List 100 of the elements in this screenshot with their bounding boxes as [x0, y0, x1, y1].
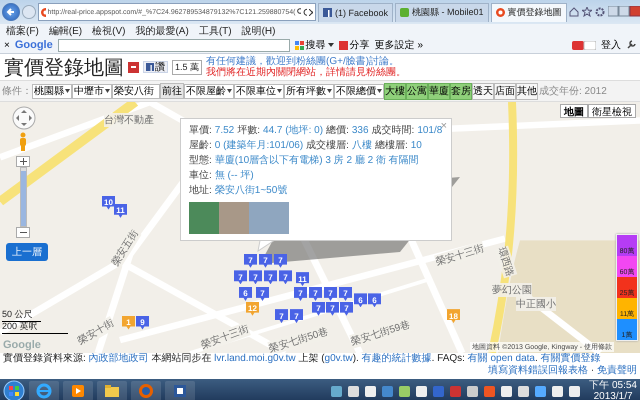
price-marker[interactable]: 7 — [340, 302, 353, 316]
word-taskbar-icon[interactable] — [165, 381, 195, 400]
menu-item[interactable]: 工具(T) — [198, 24, 232, 38]
browser-tab[interactable]: (1) Facebook — [318, 2, 394, 22]
type-toggle[interactable]: 其他 — [516, 82, 538, 100]
refresh-icon[interactable] — [303, 8, 308, 16]
price-marker[interactable]: 7 — [256, 286, 269, 301]
price-marker[interactable]: 7 — [339, 286, 352, 301]
street-label: 榮安十三街 — [199, 322, 251, 352]
footer-link[interactable]: g0v.tw — [324, 353, 353, 364]
zoom-in-button[interactable] — [16, 156, 30, 167]
footer-link[interactable]: 填寫資料錯誤回報表格 — [488, 365, 588, 376]
share-button[interactable]: 分享 — [338, 38, 370, 52]
like-button[interactable]: 讚 — [143, 61, 168, 73]
price-marker[interactable]: 11 — [114, 204, 127, 218]
toggle-switch-icon[interactable] — [572, 40, 596, 50]
street-label: 榮安七街59巷 — [349, 317, 412, 348]
zoom-out-button[interactable] — [16, 227, 30, 238]
zoom-slider[interactable] — [20, 167, 26, 227]
price-marker[interactable]: 7 — [279, 270, 292, 284]
price-marker[interactable]: 9 — [136, 316, 149, 330]
type-toggle[interactable]: 套房 — [450, 82, 472, 100]
toolbar-close-button[interactable]: × — [4, 40, 10, 50]
field-label: 型態: — [189, 155, 212, 167]
footer-link[interactable]: 有關實價登錄 — [540, 353, 601, 364]
field-value: 八樓 — [352, 140, 372, 152]
price-marker[interactable]: 7 — [274, 254, 287, 268]
settings-icon[interactable] — [594, 7, 605, 17]
field-value: 44.7 (地坪: 0) — [263, 125, 324, 137]
scale-label: 200 英呎 — [2, 320, 68, 334]
price-marker[interactable]: 7 — [309, 286, 322, 301]
sign-in-button[interactable]: 登入 — [601, 38, 621, 52]
menu-item[interactable]: 檔案(F) — [6, 24, 39, 38]
select-dropdown[interactable]: 不限總價 — [334, 84, 384, 98]
price-marker[interactable]: 6 — [239, 286, 252, 301]
menu-item[interactable]: 說明(H) — [242, 24, 276, 38]
scale-label: 50 公尺 — [2, 308, 41, 322]
select-dropdown[interactable]: 所有坪數 — [284, 84, 334, 98]
type-toggle[interactable]: 店面 — [494, 82, 516, 100]
price-marker[interactable]: 6 — [354, 293, 367, 308]
price-marker[interactable]: 7 — [312, 302, 325, 316]
folder-taskbar-icon[interactable] — [97, 381, 127, 400]
zoom-out-level-button[interactable]: 上一層 — [6, 243, 48, 261]
footer-link[interactable]: 有趣的統計數據 — [362, 353, 432, 364]
media-player-taskbar-icon[interactable] — [63, 381, 93, 400]
tray-icons-drawing[interactable] — [331, 384, 582, 398]
menu-item[interactable]: 檢視(V) — [92, 24, 126, 38]
home-icon[interactable] — [568, 7, 579, 17]
window-controls-drawing[interactable] — [608, 6, 640, 18]
google-logo: Google — [14, 39, 53, 51]
google-colors-icon — [294, 40, 304, 50]
minus-icon — [20, 229, 26, 236]
address-field[interactable]: 榮安八街 — [112, 84, 160, 98]
search-button[interactable]: 搜尋 — [294, 38, 334, 52]
map-type-button[interactable]: 地圖 — [560, 104, 588, 118]
pan-control-icon[interactable] — [12, 106, 36, 130]
type-toggle[interactable]: 公寓 — [406, 82, 428, 100]
footer-link[interactable]: lvr.land.moi.g0v.tw — [214, 353, 296, 364]
price-marker[interactable]: 7 — [244, 254, 257, 268]
facebook-icon — [146, 63, 154, 71]
price-marker[interactable]: 6 — [368, 293, 381, 308]
type-toggle[interactable]: 大樓 — [384, 82, 406, 100]
price-marker[interactable]: 10 — [102, 196, 115, 210]
footer-links: 填寫資料錯誤回報表格 · 免責聲明 — [488, 365, 637, 377]
field-label: 成交時間: — [372, 125, 414, 137]
wrench-icon[interactable] — [626, 40, 636, 50]
browser-tab[interactable]: 實價登錄地圖 — [490, 2, 567, 22]
price-marker[interactable]: 7 — [275, 309, 288, 324]
type-toggle[interactable]: 透天 — [472, 82, 494, 100]
browser-tab[interactable]: 桃園縣 - Mobile01 — [395, 2, 489, 22]
price-marker[interactable]: 7 — [259, 254, 272, 268]
price-marker[interactable]: 7 — [326, 302, 339, 316]
price-marker[interactable]: 7 — [249, 270, 262, 284]
footer-text: 實價登錄資料來源: 內政部地政司 本網站同步在 lvr.land.moi.g0v.tw 上架 (g0v.tw). 有趣的統計數據. FAQs: 有關 open data. 有關實價登錄 — [3, 353, 601, 364]
field-value: 榮安八街1~50號 — [214, 185, 288, 197]
gplus-icon[interactable] — [128, 62, 139, 72]
footer-link[interactable]: 免責聲明 — [597, 365, 637, 376]
dropdown-arrow-icon — [277, 89, 282, 93]
go-button[interactable]: 前往 — [160, 83, 184, 99]
select-dropdown[interactable]: 中壢市 — [72, 84, 112, 98]
price-marker[interactable]: 11 — [296, 272, 309, 286]
footer-link[interactable]: 有關 open data — [468, 353, 535, 364]
more-settings-button[interactable]: 更多設定 » — [374, 38, 424, 52]
close-button[interactable]: × — [440, 120, 447, 132]
type-toggle[interactable]: 華廈 — [428, 82, 450, 100]
menu-item[interactable]: 編輯(E) — [48, 24, 82, 38]
notice-text: 有任何建議，歡迎到粉絲團(G+/臉書)討論。 — [206, 56, 400, 67]
map-type-button[interactable]: 衛星檢視 — [588, 104, 636, 118]
footer-link[interactable]: 內政部地政司 — [88, 353, 149, 364]
start-orb-icon[interactable] — [3, 380, 25, 400]
back-button[interactable] — [2, 3, 20, 21]
search-field[interactable] — [58, 38, 290, 52]
price-marker[interactable]: 7 — [264, 270, 277, 284]
price-marker[interactable]: 7 — [294, 286, 307, 301]
menu-item[interactable]: 我的最愛(A) — [135, 24, 189, 38]
select-dropdown[interactable]: 桃園縣 — [32, 84, 72, 98]
select-dropdown[interactable]: 不限屋齡 — [184, 84, 234, 98]
price-marker[interactable]: 7 — [234, 270, 247, 284]
select-dropdown[interactable]: 不限車位 — [234, 84, 284, 98]
star-icon[interactable] — [582, 7, 592, 17]
